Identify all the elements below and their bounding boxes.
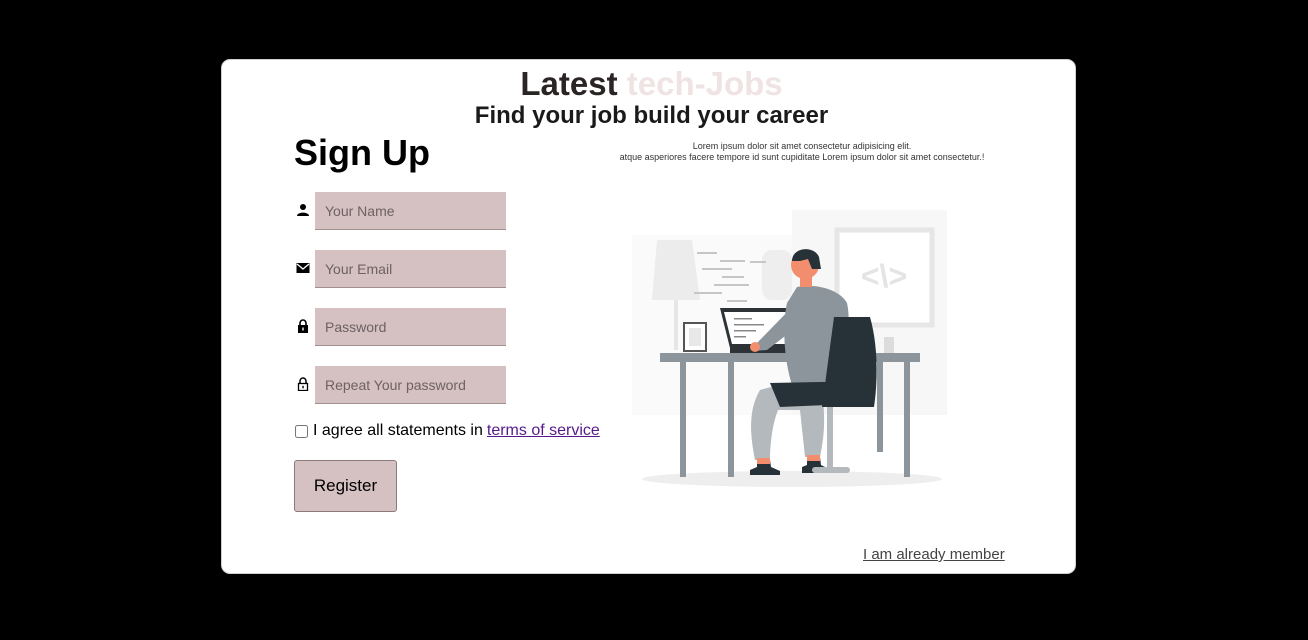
agree-checkbox[interactable] bbox=[295, 424, 308, 438]
terms-of-service-link[interactable]: terms of service bbox=[487, 422, 600, 440]
envelope-icon bbox=[296, 263, 310, 273]
password-input[interactable] bbox=[315, 308, 506, 346]
already-member-link[interactable]: I am already member bbox=[863, 546, 1005, 563]
register-button[interactable]: Register bbox=[294, 460, 397, 512]
hero-description-line2: atque asperiores facere tempore id sunt … bbox=[619, 152, 985, 162]
agree-terms-row: I agree all statements in terms of servi… bbox=[294, 422, 600, 440]
name-input[interactable] bbox=[315, 192, 506, 230]
name-field-row bbox=[296, 192, 508, 230]
lock-outline-icon bbox=[297, 377, 309, 391]
email-input[interactable] bbox=[315, 250, 506, 288]
repeat-password-input[interactable] bbox=[315, 366, 506, 404]
lock-icon bbox=[298, 319, 308, 333]
agree-text: I agree all statements in bbox=[313, 422, 483, 439]
hero-title-techjobs: tech-Jobs bbox=[626, 65, 783, 102]
signup-title: Sign Up bbox=[294, 132, 430, 173]
hero-title-latest: Latest bbox=[520, 65, 618, 102]
hero-subtitle: Find your job build your career bbox=[474, 102, 829, 129]
hero-description: Lorem ipsum dolor sit amet consectetur a… bbox=[592, 141, 1012, 163]
signup-card: Latest tech-Jobs Find your job build you… bbox=[221, 59, 1076, 574]
hero-title: Latest tech-Jobs bbox=[222, 65, 1075, 103]
email-field-row bbox=[296, 250, 508, 288]
hero-description-line1: Lorem ipsum dolor sit amet consectetur a… bbox=[692, 141, 912, 151]
person-icon bbox=[297, 204, 309, 216]
developer-at-desk-illustration: <\> bbox=[632, 210, 947, 487]
repeat-password-field-row bbox=[296, 366, 508, 404]
password-field-row bbox=[296, 308, 508, 346]
svg-text:<\>: <\> bbox=[861, 258, 907, 294]
